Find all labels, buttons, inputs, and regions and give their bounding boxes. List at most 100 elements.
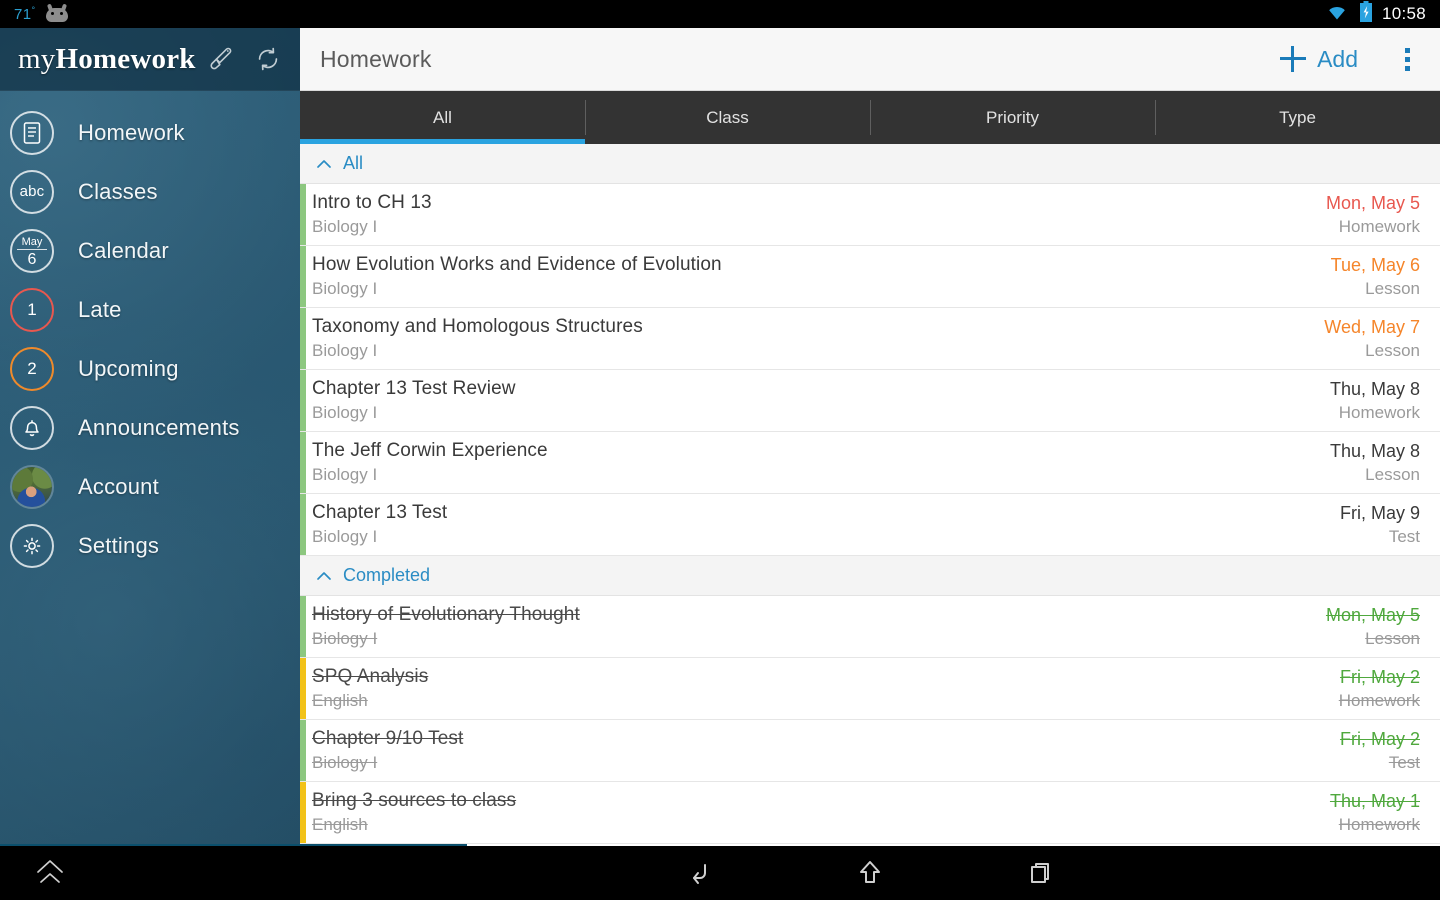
sync-refresh-icon[interactable]: [254, 45, 282, 73]
tab-all[interactable]: All: [300, 91, 585, 144]
assignment-class: Biology I: [312, 403, 378, 422]
sidebar-item-label: Late: [78, 296, 122, 322]
home-arrow-icon[interactable]: [850, 853, 890, 893]
abc-glyph: abc: [19, 183, 45, 200]
assignment-due-date: Thu, May 1: [1329, 790, 1420, 811]
chevron-up-icon: [314, 566, 334, 586]
table-row[interactable]: Taxonomy and Homologous Structures Biolog…: [300, 308, 1440, 370]
status-bar-left: 71°: [14, 3, 68, 23]
back-arrow-icon[interactable]: [680, 853, 720, 893]
temperature-indicator: 71°: [14, 5, 36, 23]
sidebar-item-homework[interactable]: Homework: [0, 103, 300, 162]
sidebar-item-announcements[interactable]: Announcements: [0, 398, 300, 457]
assignment-title: Chapter 13 Test: [312, 502, 448, 523]
row-primary: Chapter 9/10 Test Biology I: [312, 728, 463, 773]
recent-apps-icon[interactable]: [1020, 853, 1060, 893]
assignment-class: Biology I: [312, 279, 378, 298]
main-pane: Homework Add All Class Priority Type All…: [300, 28, 1440, 846]
table-row[interactable]: Intro to CH 13 Biology I Mon, May 5 Homewor…: [300, 184, 1440, 246]
tab-label: Priority: [986, 107, 1039, 127]
sidebar-item-label: Announcements: [78, 414, 240, 440]
assignment-type: Homework: [1338, 690, 1420, 710]
sidebar-item-upcoming[interactable]: 2 Upcoming: [0, 339, 300, 398]
sidebar: myHomework Homework abc Classes May 6 Ca…: [0, 28, 300, 846]
assignment-due-date: Fri, May 9: [1339, 502, 1420, 523]
class-color-bar: [300, 370, 306, 431]
user-avatar-icon: [10, 464, 54, 509]
clock-time: 10:58: [1381, 4, 1426, 23]
table-row[interactable]: The Jeff Corwin Experience Biology I Thu, …: [300, 432, 1440, 494]
brand-suffix: Homework: [55, 42, 196, 75]
sidebar-item-late[interactable]: 1 Late: [0, 280, 300, 339]
row-primary: Bring 3 sources to class English: [312, 790, 516, 835]
assignment-title: The Jeff Corwin Experience: [312, 440, 548, 461]
sidebar-item-settings[interactable]: Settings: [0, 516, 300, 575]
assignment-title: Taxonomy and Homologous Structures: [312, 316, 643, 337]
assignment-type: Homework: [1338, 402, 1420, 422]
upcoming-count-icon: 2: [10, 346, 54, 391]
double-chevron-up-icon[interactable]: [30, 853, 70, 893]
assignment-title: Chapter 13 Test Review: [312, 378, 516, 399]
row-primary: How Evolution Works and Evidence of Evol…: [312, 254, 722, 299]
assignment-title: How Evolution Works and Evidence of Evol…: [312, 254, 722, 275]
row-secondary: Wed, May 7 Lesson: [1324, 317, 1420, 361]
filter-tabs: All Class Priority Type: [300, 91, 1440, 144]
sidebar-item-calendar[interactable]: May 6 Calendar: [0, 221, 300, 280]
nav-bar-center: [300, 853, 1440, 893]
assignment-class: Biology I: [312, 753, 378, 772]
group-label: All: [343, 153, 364, 173]
table-row[interactable]: Chapter 13 Test Review Biology I Thu, May …: [300, 370, 1440, 432]
assignment-type: Test: [1388, 526, 1420, 546]
table-row[interactable]: Chapter 9/10 Test Biology I Fri, May 2 Test: [300, 720, 1440, 782]
table-row[interactable]: How Evolution Works and Evidence of Evol…: [300, 246, 1440, 308]
row-secondary: Mon, May 5 Homework: [1326, 193, 1420, 237]
action-bar-actions: Add: [1274, 42, 1422, 77]
row-secondary: Mon, May 5 Lesson: [1326, 605, 1420, 649]
sidebar-item-label: Settings: [78, 532, 160, 558]
assignment-title: Bring 3 sources to class: [312, 790, 517, 811]
table-row[interactable]: History of Evolutionary Thought Biology I…: [300, 596, 1440, 658]
sidebar-item-label: Calendar: [78, 237, 169, 263]
assignment-due-date: Thu, May 8: [1329, 440, 1420, 461]
row-primary: The Jeff Corwin Experience Biology I: [312, 440, 548, 485]
group-header-all[interactable]: All: [300, 144, 1440, 184]
row-secondary: Thu, May 1 Homework: [1330, 791, 1420, 835]
table-row[interactable]: Bring 3 sources to class English Thu, May …: [300, 782, 1440, 844]
row-secondary: Fri, May 2 Homework: [1339, 667, 1420, 711]
table-row[interactable]: SPQ Analysis English Fri, May 2 Homework: [300, 658, 1440, 720]
row-primary: Taxonomy and Homologous Structures Biolog…: [312, 316, 643, 361]
row-secondary: Fri, May 2 Test: [1340, 729, 1420, 773]
row-secondary: Thu, May 8 Homework: [1330, 379, 1420, 423]
assignment-class: Biology I: [312, 527, 378, 546]
app-brand: myHomework: [18, 43, 196, 76]
assignment-due-date: Thu, May 8: [1329, 378, 1420, 399]
group-label: Completed: [343, 565, 431, 585]
temperature-value: 71: [14, 6, 32, 23]
table-row[interactable]: Chapter 13 Test Biology I Fri, May 9 Test: [300, 494, 1440, 556]
row-primary: Chapter 13 Test Biology I: [312, 502, 447, 547]
sidebar-item-label: Classes: [78, 178, 158, 204]
sidebar-item-account[interactable]: Account: [0, 457, 300, 516]
sidebar-header: myHomework: [0, 28, 300, 91]
tab-label: Type: [1279, 107, 1316, 127]
tab-class[interactable]: Class: [585, 91, 870, 144]
paintbrush-icon[interactable]: [206, 45, 234, 73]
assignment-due-date: Mon, May 5: [1325, 604, 1420, 625]
add-button[interactable]: Add: [1274, 42, 1364, 77]
class-color-bar: [300, 308, 306, 369]
tab-priority[interactable]: Priority: [870, 91, 1155, 144]
sidebar-item-classes[interactable]: abc Classes: [0, 162, 300, 221]
tab-label: Class: [706, 107, 749, 127]
upcoming-count: 2: [27, 359, 37, 378]
row-secondary: Thu, May 8 Lesson: [1330, 441, 1420, 485]
row-primary: History of Evolutionary Thought Biology I: [312, 604, 580, 649]
assignment-type: Lesson: [1365, 464, 1420, 484]
row-primary: SPQ Analysis English: [312, 666, 428, 711]
bell-icon: [10, 405, 54, 450]
app-screen: 71° 10:58 myHomework Homework abc Classe…: [0, 0, 1440, 900]
group-header-completed[interactable]: Completed: [300, 556, 1440, 596]
assignment-title: SPQ Analysis: [312, 666, 429, 687]
tab-type[interactable]: Type: [1155, 91, 1440, 144]
calendar-month: May: [21, 235, 43, 248]
overflow-menu-icon[interactable]: [1392, 42, 1422, 76]
